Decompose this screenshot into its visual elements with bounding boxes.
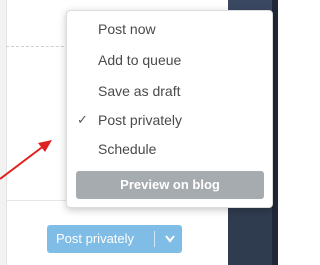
annotation-arrow-icon bbox=[0, 140, 52, 180]
menu-item-label: Add to queue bbox=[98, 52, 182, 68]
preview-on-blog-button[interactable]: Preview on blog bbox=[76, 171, 264, 199]
chevron-down-icon[interactable] bbox=[158, 225, 182, 253]
menu-item-post-privately[interactable]: ✓ Post privately bbox=[67, 106, 272, 134]
menu-item-label: Save as draft bbox=[98, 83, 181, 99]
button-separator bbox=[154, 231, 155, 247]
menu-item-label: Post now bbox=[98, 21, 156, 37]
post-privately-label: Post privately bbox=[56, 231, 135, 246]
checkmark-icon: ✓ bbox=[77, 112, 88, 127]
post-privately-split-button[interactable]: Post privately bbox=[47, 225, 182, 253]
menu-item-label: Schedule bbox=[98, 141, 157, 157]
menu-item-schedule[interactable]: Schedule bbox=[67, 135, 272, 163]
post-options-menu: Post now Add to queue Save as draft ✓ Po… bbox=[66, 10, 273, 208]
menu-item-label: Post privately bbox=[98, 112, 183, 128]
menu-item-post-now[interactable]: Post now bbox=[67, 15, 272, 43]
menu-item-save-as-draft[interactable]: Save as draft bbox=[67, 77, 272, 105]
menu-item-add-to-queue[interactable]: Add to queue bbox=[67, 46, 272, 74]
